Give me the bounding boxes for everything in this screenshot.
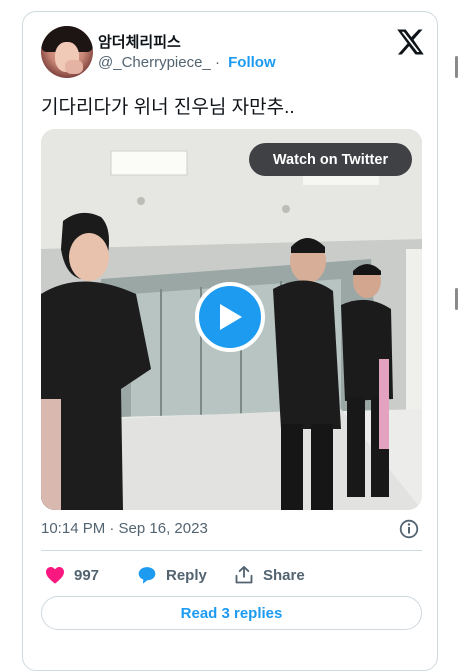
like-count: 997 bbox=[74, 566, 100, 584]
read-replies-button[interactable]: Read 3 replies bbox=[41, 596, 422, 630]
x-logo-icon[interactable] bbox=[395, 27, 425, 57]
scrollbar-top[interactable] bbox=[455, 56, 458, 78]
scrollbar-thumb[interactable] bbox=[455, 288, 458, 310]
share-icon bbox=[235, 566, 253, 584]
avatar[interactable] bbox=[41, 26, 93, 78]
reply-icon bbox=[138, 567, 156, 584]
tweet-card: 암더체리피스 @_Cherrypiece_ · Follow 기다리다가 위너 … bbox=[22, 11, 438, 671]
info-icon[interactable] bbox=[399, 519, 419, 539]
heart-icon bbox=[46, 566, 64, 584]
tweet-text: 기다리다가 위너 진우님 자만추.. bbox=[41, 97, 295, 118]
watch-on-twitter-button[interactable]: Watch on Twitter bbox=[249, 143, 412, 176]
author-handle[interactable]: @_Cherrypiece_ bbox=[98, 54, 211, 71]
divider bbox=[41, 550, 422, 551]
author-display-name[interactable]: 암더체리피스 bbox=[98, 31, 181, 52]
follow-button[interactable]: Follow bbox=[228, 54, 276, 71]
reply-label: Reply bbox=[166, 566, 207, 584]
play-icon bbox=[220, 304, 242, 330]
like-button[interactable]: 997 bbox=[45, 563, 99, 587]
share-button[interactable]: Share bbox=[234, 563, 305, 587]
share-label: Share bbox=[263, 566, 305, 584]
reply-button[interactable]: Reply bbox=[137, 563, 207, 587]
video-player[interactable]: Watch on Twitter bbox=[41, 129, 422, 510]
handle-separator: · bbox=[214, 54, 220, 71]
tweet-actions: 997 Reply Share bbox=[41, 563, 422, 587]
play-button[interactable] bbox=[195, 282, 265, 352]
author-handle-row: @_Cherrypiece_ · Follow bbox=[98, 54, 276, 71]
tweet-timestamp[interactable]: 10:14 PM · Sep 16, 2023 bbox=[41, 520, 208, 537]
